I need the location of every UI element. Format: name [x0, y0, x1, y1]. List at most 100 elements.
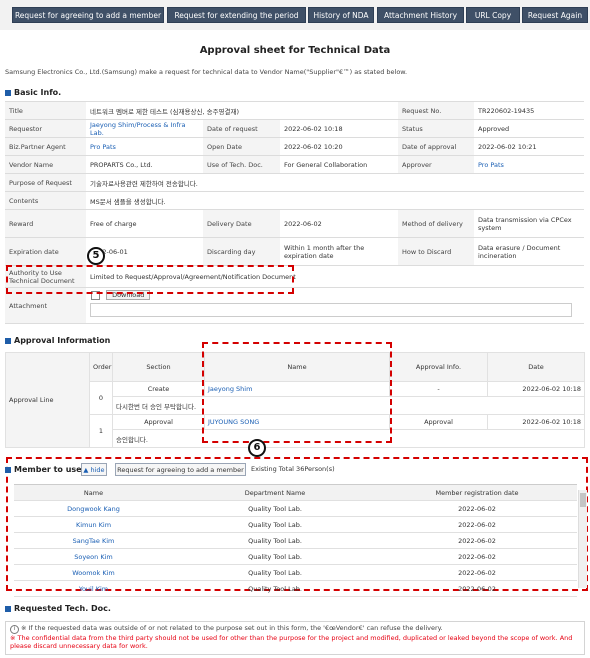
request-add-member-button[interactable]: Request for agreeing to add a member — [12, 7, 164, 23]
url-copy-button[interactable]: URL Copy — [466, 7, 520, 23]
member-col-date: Member registration date — [377, 484, 577, 501]
approval-order-1: 1 — [89, 414, 113, 448]
discarding-value: Within 1 month after the expiration date — [280, 237, 398, 266]
annotation-box-authority — [6, 265, 294, 294]
approval-date-1: 2022-06-02 10:18 — [487, 414, 585, 430]
member-col-name: Name — [14, 484, 173, 501]
approval-section-1: Approval — [112, 414, 205, 430]
delivery-date-label: Delivery Date — [203, 209, 280, 238]
attachment-history-button[interactable]: Attachment History — [377, 7, 464, 23]
use-value: For General Collaboration — [280, 155, 398, 174]
member-name-link[interactable]: Woomok Kim — [14, 564, 173, 581]
col-approval-info: Approval Info. — [389, 352, 488, 382]
section-square-icon — [5, 89, 11, 96]
approval-order-0: 0 — [89, 381, 113, 415]
approval-info-0: - — [389, 381, 488, 397]
expiration-label: Expiration date — [5, 237, 86, 266]
member-name-link[interactable]: Youil Kim — [14, 580, 173, 597]
partner-link[interactable]: Pro Pats — [86, 137, 203, 156]
approval-section-0: Create — [112, 381, 205, 397]
title-value: 네트워크 멤버로 제한 테스트 (심재용상신, 송주영결재) — [86, 101, 398, 120]
member-date: 2022-06-02 — [377, 500, 577, 517]
page-description: Samsung Electronics Co., Ltd.(Samsung) m… — [5, 68, 408, 76]
table-row: SangTae Kim Quality Tool Lab. 2022-06-02 — [14, 532, 577, 549]
status-label: Status — [398, 119, 474, 138]
delivery-method-value: Data transmission via CPCex system — [474, 209, 584, 238]
date-of-request-value: 2022-06-02 10:18 — [280, 119, 398, 138]
approver-label: Approver — [398, 155, 474, 174]
member-date: 2022-06-02 — [377, 580, 577, 597]
approval-date-label: Date of approval — [398, 137, 474, 156]
member-dept: Quality Tool Lab. — [173, 532, 377, 549]
approval-heading: Approval Information — [5, 336, 110, 345]
discard-method-label: How to Discard — [398, 237, 474, 266]
approver-link[interactable]: Pro Pats — [474, 155, 584, 174]
member-scrollbar[interactable] — [578, 490, 587, 588]
requested-notice: i ※ If the requested data was outside of … — [5, 621, 585, 655]
vendor-value: PROPARTS Co., Ltd. — [86, 155, 203, 174]
requestor-link[interactable]: Jaeyong Shim/Process & Infra Lab. — [86, 119, 203, 138]
member-dept: Quality Tool Lab. — [173, 500, 377, 517]
open-date-value: 2022-06-02 10:20 — [280, 137, 398, 156]
request-extend-period-button[interactable]: Request for extending the period — [167, 7, 306, 23]
reward-value: Free of charge — [86, 209, 203, 238]
member-date: 2022-06-02 — [377, 564, 577, 581]
member-dept: Quality Tool Lab. — [173, 580, 377, 597]
approval-date-value: 2022-06-02 10:21 — [474, 137, 584, 156]
table-row: Woomok Kim Quality Tool Lab. 2022-06-02 — [14, 564, 577, 581]
status-value: Approved — [474, 119, 584, 138]
col-section: Section — [112, 352, 205, 382]
nda-history-button[interactable]: History of NDA — [308, 7, 374, 23]
request-again-button[interactable]: Request Again — [522, 7, 588, 23]
requestor-label: Requestor — [5, 119, 86, 138]
annotation-marker-5: 5 — [87, 247, 105, 265]
contents-label: Contents — [5, 191, 86, 210]
top-toolbar: Request for agreeing to add a member Req… — [0, 0, 590, 30]
annotation-marker-6: 6 — [248, 439, 266, 457]
title-label: Title — [5, 101, 86, 120]
member-heading: Member to use — [5, 465, 82, 474]
member-date: 2022-06-02 — [377, 516, 577, 533]
hide-toggle-button[interactable]: ▲ hide — [81, 463, 107, 476]
date-of-request-label: Date of request — [203, 119, 280, 138]
table-row: Dongwook Kang Quality Tool Lab. 2022-06-02 — [14, 500, 577, 517]
requested-heading: Requested Tech. Doc. — [5, 604, 111, 613]
section-square-icon — [5, 466, 11, 473]
member-dept: Quality Tool Lab. — [173, 516, 377, 533]
delivery-date-value: 2022-06-02 — [280, 209, 398, 238]
member-total-count: Existing Total 36Person(s) — [251, 465, 335, 473]
member-dept: Quality Tool Lab. — [173, 564, 377, 581]
purpose-label: Purpose of Request — [5, 173, 86, 192]
member-col-dept: Department Name — [173, 484, 377, 501]
discarding-label: Discarding day — [203, 237, 280, 266]
member-name-link[interactable]: SangTae Kim — [14, 532, 173, 549]
col-order: Order — [89, 352, 113, 382]
add-member-request-button[interactable]: Request for agreeing to add a member — [115, 463, 246, 476]
section-square-icon — [5, 605, 11, 612]
info-icon: i — [10, 625, 19, 634]
section-square-icon — [5, 337, 11, 344]
attachment-list-box — [90, 303, 572, 317]
notice-confidential: ※ The confidential data from the third p… — [10, 634, 573, 650]
vendor-label: Vendor Name — [5, 155, 86, 174]
delivery-method-label: Method of delivery — [398, 209, 474, 238]
basic-info-heading: Basic Info. — [5, 88, 61, 97]
member-name-link[interactable]: Dongwook Kang — [14, 500, 173, 517]
annotation-box-approval-names — [202, 342, 392, 443]
member-dept: Quality Tool Lab. — [173, 548, 377, 565]
discard-method-value: Data erasure / Document incineration — [474, 237, 584, 266]
member-name-link[interactable]: Soyeon Kim — [14, 548, 173, 565]
contents-value: MS문서 샘플을 생성합니다. — [86, 191, 584, 210]
member-table: Name Department Name Member registration… — [14, 484, 577, 597]
table-row: Soyeon Kim Quality Tool Lab. 2022-06-02 — [14, 548, 577, 565]
request-no-value: TR220602-19435 — [474, 101, 584, 120]
reward-label: Reward — [5, 209, 86, 238]
member-date: 2022-06-02 — [377, 548, 577, 565]
approval-date-0: 2022-06-02 10:18 — [487, 381, 585, 397]
partner-label: Biz.Partner Agent — [5, 137, 86, 156]
scrollbar-thumb[interactable] — [580, 493, 586, 507]
page-title: Approval sheet for Technical Data — [199, 45, 391, 56]
member-name-link[interactable]: Kimun Kim — [14, 516, 173, 533]
member-date: 2022-06-02 — [377, 532, 577, 549]
col-date: Date — [487, 352, 585, 382]
